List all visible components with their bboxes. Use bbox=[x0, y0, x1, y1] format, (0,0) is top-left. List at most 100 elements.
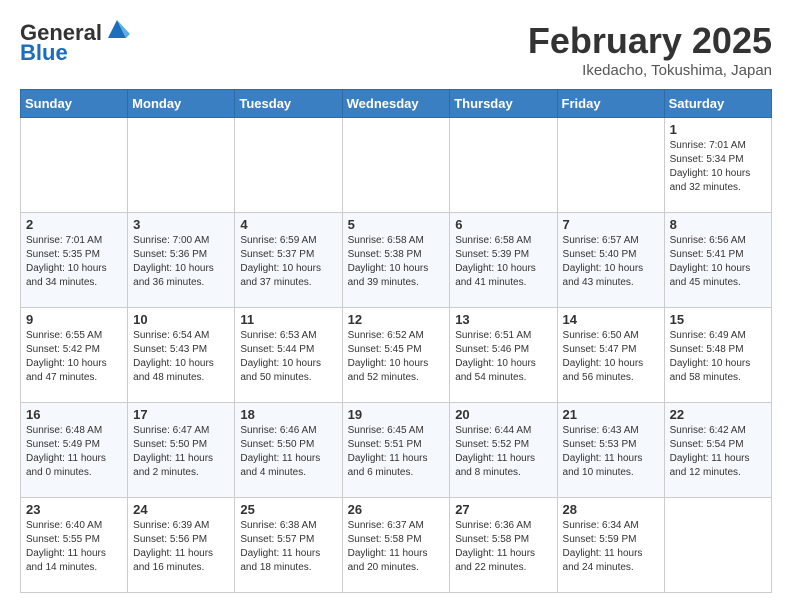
calendar-cell bbox=[664, 498, 771, 593]
month-title: February 2025 bbox=[528, 20, 772, 62]
day-number: 20 bbox=[455, 407, 551, 422]
calendar-cell: 17 Sunrise: 6:47 AM Sunset: 5:50 PM Dayli… bbox=[128, 403, 235, 498]
calendar-week-5: 23 Sunrise: 6:40 AM Sunset: 5:55 PM Dayli… bbox=[21, 498, 772, 593]
calendar-cell: 6 Sunrise: 6:58 AM Sunset: 5:39 PM Daylig… bbox=[450, 213, 557, 308]
day-number: 26 bbox=[348, 502, 445, 517]
calendar-cell: 28Sunrise: 6:34 AM Sunset: 5:59 PM Dayli… bbox=[557, 498, 664, 593]
calendar-cell: 9 Sunrise: 6:55 AM Sunset: 5:42 PM Daylig… bbox=[21, 308, 128, 403]
day-info: Sunrise: 6:36 AM Sunset: 5:58 PM Dayligh… bbox=[455, 519, 551, 575]
calendar-cell: 18 Sunrise: 6:46 AM Sunset: 5:50 PM Dayli… bbox=[235, 403, 342, 498]
calendar-cell: 4 Sunrise: 6:59 AM Sunset: 5:37 PM Daylig… bbox=[235, 213, 342, 308]
day-number: 3 bbox=[133, 217, 229, 232]
day-info: Sunrise: 6:57 AM Sunset: 5:40 PM Dayligh… bbox=[563, 234, 659, 290]
page-header: General Blue February 2025 Ikedacho, Tok… bbox=[20, 20, 772, 79]
calendar-week-3: 9 Sunrise: 6:55 AM Sunset: 5:42 PM Daylig… bbox=[21, 308, 772, 403]
day-info: Sunrise: 6:52 AM Sunset: 5:45 PM Dayligh… bbox=[348, 329, 445, 385]
day-info: Sunrise: 6:38 AM Sunset: 5:57 PM Dayligh… bbox=[240, 519, 336, 575]
day-number: 19 bbox=[348, 407, 445, 422]
day-number: 2 bbox=[26, 217, 122, 232]
title-block: February 2025 Ikedacho, Tokushima, Japan bbox=[528, 20, 772, 79]
day-number: 11 bbox=[240, 312, 336, 327]
logo: General Blue bbox=[20, 20, 130, 66]
day-number: 13 bbox=[455, 312, 551, 327]
calendar-cell: 5 Sunrise: 6:58 AM Sunset: 5:38 PM Daylig… bbox=[342, 213, 450, 308]
calendar-cell: 25 Sunrise: 6:38 AM Sunset: 5:57 PM Dayli… bbox=[235, 498, 342, 593]
calendar-cell: 24Sunrise: 6:39 AM Sunset: 5:56 PM Dayli… bbox=[128, 498, 235, 593]
calendar-cell: 1 Sunrise: 7:01 AM Sunset: 5:34 PM Daylig… bbox=[664, 118, 771, 213]
calendar-cell: 16Sunrise: 6:48 AM Sunset: 5:49 PM Dayli… bbox=[21, 403, 128, 498]
day-info: Sunrise: 6:49 AM Sunset: 5:48 PM Dayligh… bbox=[670, 329, 766, 385]
calendar-cell bbox=[21, 118, 128, 213]
day-info: Sunrise: 6:58 AM Sunset: 5:39 PM Dayligh… bbox=[455, 234, 551, 290]
day-number: 14 bbox=[563, 312, 659, 327]
calendar-week-1: 1 Sunrise: 7:01 AM Sunset: 5:34 PM Daylig… bbox=[21, 118, 772, 213]
day-info: Sunrise: 6:58 AM Sunset: 5:38 PM Dayligh… bbox=[348, 234, 445, 290]
day-info: Sunrise: 6:47 AM Sunset: 5:50 PM Dayligh… bbox=[133, 424, 229, 480]
calendar-cell: 11 Sunrise: 6:53 AM Sunset: 5:44 PM Dayli… bbox=[235, 308, 342, 403]
day-info: Sunrise: 6:53 AM Sunset: 5:44 PM Dayligh… bbox=[240, 329, 336, 385]
day-number: 5 bbox=[348, 217, 445, 232]
calendar-cell bbox=[450, 118, 557, 213]
calendar-cell bbox=[342, 118, 450, 213]
calendar-week-2: 2 Sunrise: 7:01 AM Sunset: 5:35 PM Daylig… bbox=[21, 213, 772, 308]
day-info: Sunrise: 6:37 AM Sunset: 5:58 PM Dayligh… bbox=[348, 519, 445, 575]
day-number: 27 bbox=[455, 502, 551, 517]
calendar-cell: 8 Sunrise: 6:56 AM Sunset: 5:41 PM Daylig… bbox=[664, 213, 771, 308]
calendar-body: 1 Sunrise: 7:01 AM Sunset: 5:34 PM Daylig… bbox=[21, 118, 772, 593]
calendar-cell: 26 Sunrise: 6:37 AM Sunset: 5:58 PM Dayli… bbox=[342, 498, 450, 593]
weekday-header-thursday: Thursday bbox=[450, 90, 557, 118]
calendar-cell: 7 Sunrise: 6:57 AM Sunset: 5:40 PM Daylig… bbox=[557, 213, 664, 308]
day-number: 15 bbox=[670, 312, 766, 327]
day-info: Sunrise: 6:34 AM Sunset: 5:59 PM Dayligh… bbox=[563, 519, 659, 575]
day-number: 4 bbox=[240, 217, 336, 232]
day-info: Sunrise: 6:42 AM Sunset: 5:54 PM Dayligh… bbox=[670, 424, 766, 480]
location-title: Ikedacho, Tokushima, Japan bbox=[528, 62, 772, 79]
calendar-cell: 23 Sunrise: 6:40 AM Sunset: 5:55 PM Dayli… bbox=[21, 498, 128, 593]
calendar-cell: 21 Sunrise: 6:43 AM Sunset: 5:53 PM Dayli… bbox=[557, 403, 664, 498]
calendar-cell bbox=[128, 118, 235, 213]
day-number: 7 bbox=[563, 217, 659, 232]
day-info: Sunrise: 6:56 AM Sunset: 5:41 PM Dayligh… bbox=[670, 234, 766, 290]
day-info: Sunrise: 6:51 AM Sunset: 5:46 PM Dayligh… bbox=[455, 329, 551, 385]
day-info: Sunrise: 6:44 AM Sunset: 5:52 PM Dayligh… bbox=[455, 424, 551, 480]
day-number: 16 bbox=[26, 407, 122, 422]
calendar-cell bbox=[235, 118, 342, 213]
day-number: 9 bbox=[26, 312, 122, 327]
calendar-header-row: SundayMondayTuesdayWednesdayThursdayFrid… bbox=[21, 90, 772, 118]
day-info: Sunrise: 6:45 AM Sunset: 5:51 PM Dayligh… bbox=[348, 424, 445, 480]
day-info: Sunrise: 7:01 AM Sunset: 5:35 PM Dayligh… bbox=[26, 234, 122, 290]
logo-icon bbox=[104, 16, 130, 42]
day-number: 21 bbox=[563, 407, 659, 422]
day-info: Sunrise: 6:54 AM Sunset: 5:43 PM Dayligh… bbox=[133, 329, 229, 385]
calendar-cell: 19 Sunrise: 6:45 AM Sunset: 5:51 PM Dayli… bbox=[342, 403, 450, 498]
day-info: Sunrise: 6:46 AM Sunset: 5:50 PM Dayligh… bbox=[240, 424, 336, 480]
calendar-cell: 27 Sunrise: 6:36 AM Sunset: 5:58 PM Dayli… bbox=[450, 498, 557, 593]
day-number: 8 bbox=[670, 217, 766, 232]
calendar-table: SundayMondayTuesdayWednesdayThursdayFrid… bbox=[20, 89, 772, 593]
calendar-cell: 15 Sunrise: 6:49 AM Sunset: 5:48 PM Dayli… bbox=[664, 308, 771, 403]
day-info: Sunrise: 6:55 AM Sunset: 5:42 PM Dayligh… bbox=[26, 329, 122, 385]
calendar-cell: 22 Sunrise: 6:42 AM Sunset: 5:54 PM Dayli… bbox=[664, 403, 771, 498]
day-number: 23 bbox=[26, 502, 122, 517]
day-info: Sunrise: 6:40 AM Sunset: 5:55 PM Dayligh… bbox=[26, 519, 122, 575]
calendar-cell: 14 Sunrise: 6:50 AM Sunset: 5:47 PM Dayli… bbox=[557, 308, 664, 403]
calendar-cell bbox=[557, 118, 664, 213]
day-number: 22 bbox=[670, 407, 766, 422]
day-number: 17 bbox=[133, 407, 229, 422]
day-info: Sunrise: 6:50 AM Sunset: 5:47 PM Dayligh… bbox=[563, 329, 659, 385]
calendar-cell: 3Sunrise: 7:00 AM Sunset: 5:36 PM Daylig… bbox=[128, 213, 235, 308]
weekday-header-friday: Friday bbox=[557, 90, 664, 118]
weekday-header-monday: Monday bbox=[128, 90, 235, 118]
day-number: 1 bbox=[670, 122, 766, 137]
day-number: 6 bbox=[455, 217, 551, 232]
day-number: 18 bbox=[240, 407, 336, 422]
calendar-cell: 13 Sunrise: 6:51 AM Sunset: 5:46 PM Dayli… bbox=[450, 308, 557, 403]
calendar-cell: 10 Sunrise: 6:54 AM Sunset: 5:43 PM Dayli… bbox=[128, 308, 235, 403]
day-number: 25 bbox=[240, 502, 336, 517]
day-info: Sunrise: 6:43 AM Sunset: 5:53 PM Dayligh… bbox=[563, 424, 659, 480]
day-info: Sunrise: 7:01 AM Sunset: 5:34 PM Dayligh… bbox=[670, 139, 766, 195]
day-number: 10 bbox=[133, 312, 229, 327]
weekday-header-tuesday: Tuesday bbox=[235, 90, 342, 118]
weekday-header-saturday: Saturday bbox=[664, 90, 771, 118]
day-info: Sunrise: 6:59 AM Sunset: 5:37 PM Dayligh… bbox=[240, 234, 336, 290]
